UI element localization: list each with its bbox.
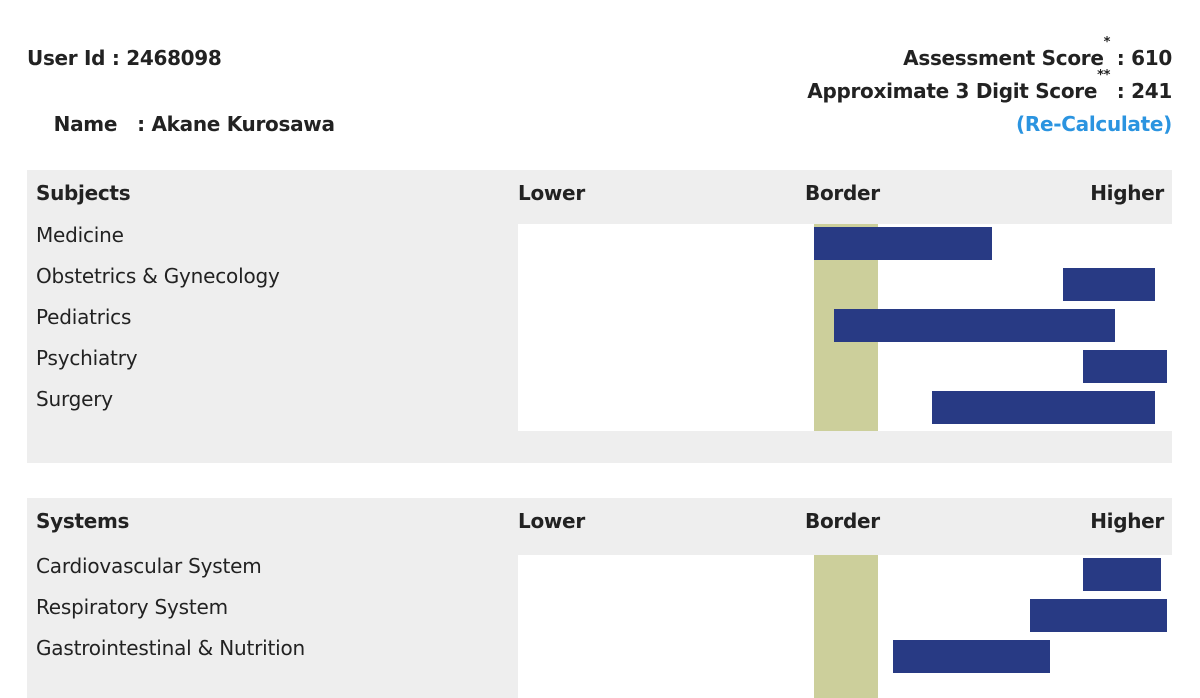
user-info: User Id : 2468098 Name : Akane Kurosawa [27,42,335,174]
user-id-line: User Id : 2468098 [27,42,335,75]
name-line: Name : Akane Kurosawa [27,75,335,174]
subjects-panel-header: Subjects Lower Border Higher [27,170,1172,224]
scale-label-lower: Lower [518,181,585,205]
user-id-label: User Id : [27,46,127,70]
score-range-bar [814,227,993,260]
systems-title: Systems [36,509,130,533]
category-label: Obstetrics & Gynecology [36,264,280,288]
score-range-bar [1083,558,1161,591]
score-range-bar [892,640,1050,673]
subjects-plot-area [518,224,1172,431]
approx-score-line: Approximate 3 Digit Score** : 241 [807,69,1173,108]
category-label: Respiratory System [36,595,228,619]
systems-panel: Systems Lower Border Higher Cardiovascul… [27,498,1172,698]
category-label: Gastrointestinal & Nutrition [36,636,305,660]
category-label: Pediatrics [36,305,132,329]
assessment-score-value: : 610 [1110,46,1173,70]
assessment-footnote-mark: * [1103,35,1111,50]
name-value: Akane Kurosawa [151,112,335,136]
border-band [813,555,879,698]
assessment-score-label: Assessment Score [903,46,1104,70]
scale-label-border: Border [805,509,880,533]
score-range-bar [1062,268,1155,301]
approx-score-label: Approximate 3 Digit Score [807,79,1098,103]
name-label: Name : [53,112,152,136]
score-range-bar [1083,350,1167,383]
score-range-bar [1030,599,1167,632]
approx-score-value: : 241 [1110,79,1173,103]
subjects-panel: Subjects Lower Border Higher Medicine Obs… [27,170,1172,463]
scale-label-higher: Higher [1090,509,1164,533]
scale-label-higher: Higher [1090,181,1164,205]
systems-plot-area [518,555,1172,698]
category-label: Surgery [36,387,113,411]
user-id-value: 2468098 [126,46,222,70]
subjects-title: Subjects [36,181,131,205]
approx-footnote-mark: ** [1097,68,1111,83]
scale-label-border: Border [805,181,880,205]
score-info: Assessment Score* : 610 Approximate 3 Di… [807,36,1173,141]
recalculate-link[interactable]: (Re-Calculate) [1016,108,1172,141]
category-label: Cardiovascular System [36,554,262,578]
score-range-bar [833,309,1116,342]
score-range-bar [931,391,1155,424]
category-label: Medicine [36,223,124,247]
systems-panel-header: Systems Lower Border Higher [27,498,1172,555]
category-label: Psychiatry [36,346,138,370]
scale-label-lower: Lower [518,509,585,533]
assessment-score-line: Assessment Score* : 610 [807,36,1173,75]
